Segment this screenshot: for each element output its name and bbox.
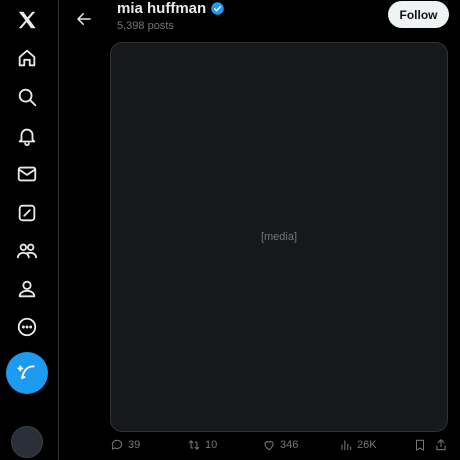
back-button[interactable]	[69, 4, 99, 34]
x-logo-icon[interactable]	[7, 0, 47, 40]
share-icon	[436, 439, 446, 451]
profile-icon[interactable]	[7, 269, 47, 309]
post-count: 5,398 posts	[117, 20, 174, 32]
author-display-name[interactable]: mia huffman	[117, 0, 206, 17]
media-placeholder: [media]	[260, 231, 298, 243]
reply-button[interactable]: 39	[110, 438, 140, 452]
views-button[interactable]: 26K	[339, 438, 377, 452]
follow-button[interactable]: Follow	[388, 1, 449, 28]
reply-icon	[111, 439, 123, 450]
repost-count: 10	[205, 439, 218, 451]
view-count: 26K	[357, 439, 377, 451]
account-avatar[interactable]	[11, 426, 43, 458]
bookmark-button[interactable]	[413, 438, 427, 452]
communities-icon[interactable]	[7, 231, 47, 271]
share-button[interactable]	[434, 438, 448, 452]
feather-plus-icon	[17, 365, 35, 379]
arrow-left-icon	[77, 13, 91, 25]
repost-icon	[188, 440, 200, 450]
reply-count: 39	[128, 439, 141, 451]
author-name-row: mia huffman	[117, 0, 225, 17]
repost-button[interactable]: 10	[187, 438, 217, 452]
bar-chart-icon	[341, 440, 352, 451]
mail-icon[interactable]	[7, 154, 47, 194]
compose-button[interactable]	[6, 352, 48, 394]
post-action-bar: 39 10 346 26K	[110, 436, 448, 458]
like-count: 346	[280, 439, 299, 451]
bookmark-icon	[415, 439, 425, 451]
heart-icon	[264, 441, 274, 451]
verified-badge-icon	[210, 1, 225, 16]
like-button[interactable]: 346	[262, 438, 298, 452]
search-icon[interactable]	[7, 77, 47, 117]
post-header: mia huffman 5,398 posts Follow	[59, 0, 460, 40]
post-media[interactable]: [media]	[110, 42, 448, 432]
home-icon[interactable]	[7, 38, 47, 78]
more-icon[interactable]	[7, 307, 47, 347]
sidebar	[0, 0, 59, 460]
grok-icon[interactable]	[7, 193, 47, 233]
bell-icon[interactable]	[7, 116, 47, 156]
